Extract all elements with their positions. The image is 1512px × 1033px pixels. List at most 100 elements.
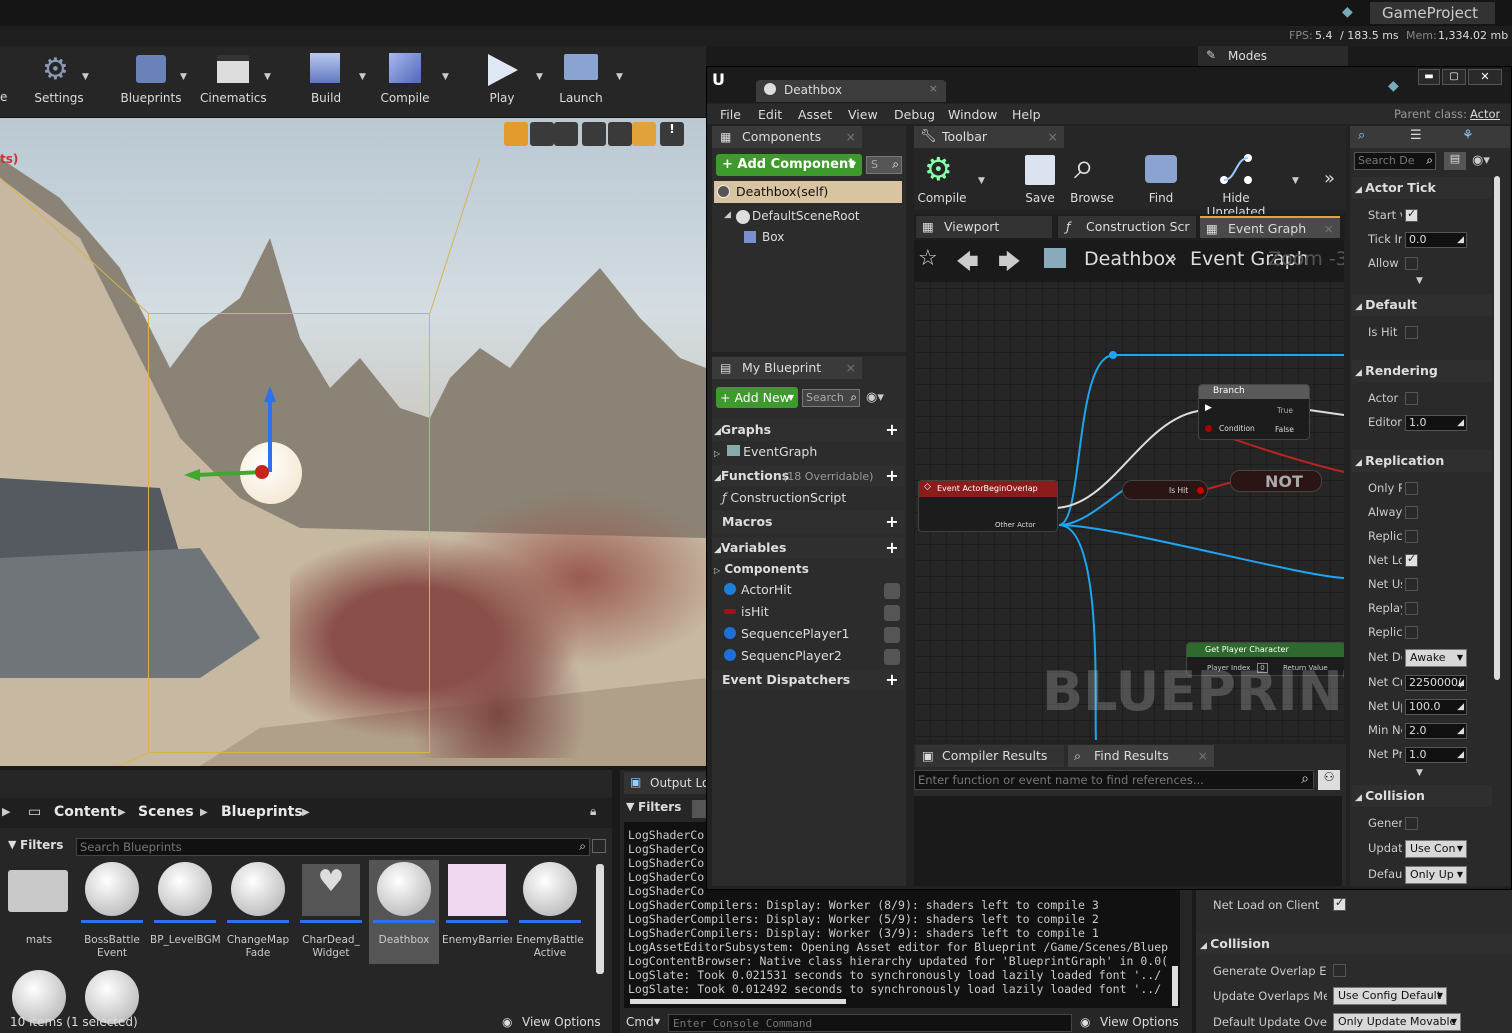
- menu-file[interactable]: File: [720, 107, 741, 122]
- compile-button[interactable]: Compile: [374, 50, 436, 110]
- property-number-field[interactable]: 100.0 ◢: [1405, 699, 1467, 715]
- asset-tile[interactable]: mats: [4, 860, 74, 964]
- variable-row[interactable]: SequencPlayer2: [722, 647, 904, 667]
- event-overlap-node[interactable]: ◇ Event ActorBeginOverlap Other Actor: [918, 480, 1058, 532]
- bool-pin-icon[interactable]: [1197, 487, 1204, 494]
- add-component-button[interactable]: + Add Component ▼: [716, 154, 862, 176]
- tab-construction-script[interactable]: ƒ Construction Scr: [1058, 216, 1196, 238]
- menu-debug[interactable]: Debug: [894, 107, 935, 122]
- toolbar-overflow-icon[interactable]: »: [1324, 168, 1335, 189]
- collision-section-under[interactable]: ◢ Collision: [1196, 933, 1512, 955]
- settings-button[interactable]: ⚙ Settings: [28, 50, 90, 110]
- details-section-default[interactable]: ◢ Default: [1352, 294, 1492, 316]
- find-in-all-button[interactable]: ⚇: [1318, 770, 1340, 790]
- breadcrumb-content[interactable]: Content: [54, 804, 117, 820]
- rotate-mode-icon[interactable]: [530, 122, 554, 146]
- add-macro-icon[interactable]: +: [884, 514, 900, 530]
- close-icon[interactable]: ×: [929, 82, 938, 95]
- property-checkbox[interactable]: [1405, 552, 1418, 567]
- asset-tile[interactable]: BP_LevelBGM: [150, 860, 220, 964]
- launch-dropdown-icon[interactable]: ▼: [616, 72, 623, 82]
- lock-icon[interactable]: 🔒︎: [590, 804, 596, 819]
- component-self-row[interactable]: Deathbox(self): [714, 181, 902, 203]
- variable-row[interactable]: SequencePlayer1: [722, 625, 904, 645]
- macros-section[interactable]: Macros: [712, 511, 904, 533]
- play-dropdown-icon[interactable]: ▼: [536, 72, 543, 82]
- cmd-button[interactable]: Cmd ▼: [626, 1015, 666, 1031]
- components-search-input[interactable]: S ⌕: [866, 156, 902, 174]
- details-grid-view-icon[interactable]: ▤: [1444, 152, 1466, 170]
- log-vscroll[interactable]: [1172, 966, 1178, 1006]
- menu-help[interactable]: Help: [1012, 107, 1041, 122]
- close-icon[interactable]: ×: [846, 357, 856, 379]
- asset-tile[interactable]: ♥ CharDead_ Widget: [296, 860, 366, 964]
- launch-button[interactable]: Launch: [552, 50, 610, 110]
- close-icon[interactable]: ×: [1198, 745, 1208, 767]
- content-search-input[interactable]: Search Blueprints ⌕: [76, 838, 590, 856]
- scale-mode-icon[interactable]: [554, 122, 578, 146]
- add-dispatcher-icon[interactable]: +: [884, 672, 900, 688]
- gen-overlap-checkbox[interactable]: [1333, 964, 1346, 977]
- bp-browse-button[interactable]: ⌕ Browse: [1066, 146, 1118, 208]
- details-list-icon[interactable]: ☰: [1410, 128, 1422, 143]
- tab-find-results[interactable]: ⌕ Find Results ×: [1068, 745, 1214, 767]
- branch-false-pin[interactable]: False: [1275, 425, 1294, 434]
- content-filters-button[interactable]: ▼ Filters: [8, 838, 68, 856]
- event-dispatchers-section[interactable]: Event Dispatchers: [712, 669, 904, 691]
- eye-toggle-icon[interactable]: [884, 605, 900, 621]
- property-checkbox[interactable]: [1405, 626, 1418, 639]
- update-overlaps-dropdown[interactable]: Use Config Default ▼: [1333, 987, 1447, 1005]
- close-icon[interactable]: ×: [1324, 218, 1334, 240]
- expand-advanced-icon[interactable]: ▼: [1416, 768, 1423, 778]
- asset-tile[interactable]: Deathbox: [369, 860, 439, 964]
- compile-dropdown-icon[interactable]: ▼: [442, 72, 449, 82]
- build-dropdown-icon[interactable]: ▼: [359, 72, 366, 82]
- component-box-row[interactable]: Box: [744, 229, 904, 249]
- property-checkbox[interactable]: [1405, 817, 1418, 830]
- breadcrumb-back-icon[interactable]: ▶: [2, 805, 10, 818]
- component-root-row[interactable]: ◢ DefaultSceneRoot: [724, 208, 904, 228]
- save-search-icon[interactable]: [592, 839, 606, 853]
- cinematics-button[interactable]: Cinematics: [200, 50, 267, 110]
- output-log-tab[interactable]: ▣ Output Lo: [624, 772, 710, 794]
- details-scrollbar[interactable]: [1494, 176, 1500, 680]
- add-graph-icon[interactable]: +: [884, 422, 900, 438]
- property-dropdown[interactable]: Awake ▼: [1405, 649, 1467, 667]
- asset-tile[interactable]: ChangeMap Fade: [223, 860, 293, 964]
- details-section-collision[interactable]: ◢ Collision: [1352, 785, 1492, 807]
- content-view-options[interactable]: ◉ View Options: [502, 1015, 606, 1031]
- bp-hide-unrelated-button[interactable]: Hide Unrelated: [1192, 150, 1280, 219]
- blueprints-button[interactable]: Blueprints: [118, 50, 184, 110]
- property-checkbox[interactable]: [1405, 530, 1418, 543]
- source-control-icon[interactable]: ◆: [1388, 78, 1399, 94]
- menu-asset[interactable]: Asset: [798, 107, 832, 122]
- window-close-button[interactable]: ✕: [1468, 69, 1502, 85]
- level-viewport[interactable]: ts) !: [0, 118, 706, 766]
- output-view-options[interactable]: ◉ View Options: [1080, 1015, 1184, 1031]
- eye-toggle-icon[interactable]: [884, 649, 900, 665]
- compile-options-dropdown-icon[interactable]: ▼: [978, 176, 985, 186]
- toolbar-tab[interactable]: 🔧︎ Toolbar ×: [914, 126, 1064, 148]
- property-checkbox[interactable]: [1405, 602, 1418, 615]
- asset-tile[interactable]: EnemyBarrier: [442, 860, 512, 964]
- world-local-icon[interactable]: [582, 122, 606, 146]
- property-number-field[interactable]: 2250000(◢: [1405, 675, 1467, 691]
- tab-event-graph[interactable]: ▦ Event Graph ×: [1200, 216, 1340, 238]
- transform-gizmo[interactable]: [178, 380, 298, 500]
- add-function-icon[interactable]: +: [884, 468, 900, 484]
- build-button[interactable]: Build: [296, 50, 356, 110]
- grid-snap-icon[interactable]: [632, 122, 656, 146]
- details-section-replication[interactable]: ◢ Replication: [1352, 450, 1492, 472]
- eye-toggle-icon[interactable]: [884, 583, 900, 599]
- variables-section[interactable]: ◢Variables: [712, 537, 904, 559]
- asset-tile[interactable]: EnemyBattle Active: [515, 860, 585, 964]
- bp-asset-tab[interactable]: Deathbox ×: [756, 80, 946, 102]
- construction-script-row[interactable]: ƒ ConstructionScript: [722, 489, 902, 507]
- cinematics-dropdown-icon[interactable]: ▼: [264, 72, 271, 82]
- bool-pin-icon[interactable]: [1205, 425, 1212, 432]
- eventgraph-row[interactable]: ▷ EventGraph: [714, 443, 904, 463]
- net-load-checkbox[interactable]: [1333, 896, 1346, 911]
- graph-canvas[interactable]: ☆ 🡄 🡆 Deathbox › Event Graph Zoom -3 Bra…: [914, 240, 1344, 740]
- close-icon[interactable]: ×: [846, 126, 856, 148]
- property-number-field[interactable]: 1.0 ◢: [1405, 747, 1467, 763]
